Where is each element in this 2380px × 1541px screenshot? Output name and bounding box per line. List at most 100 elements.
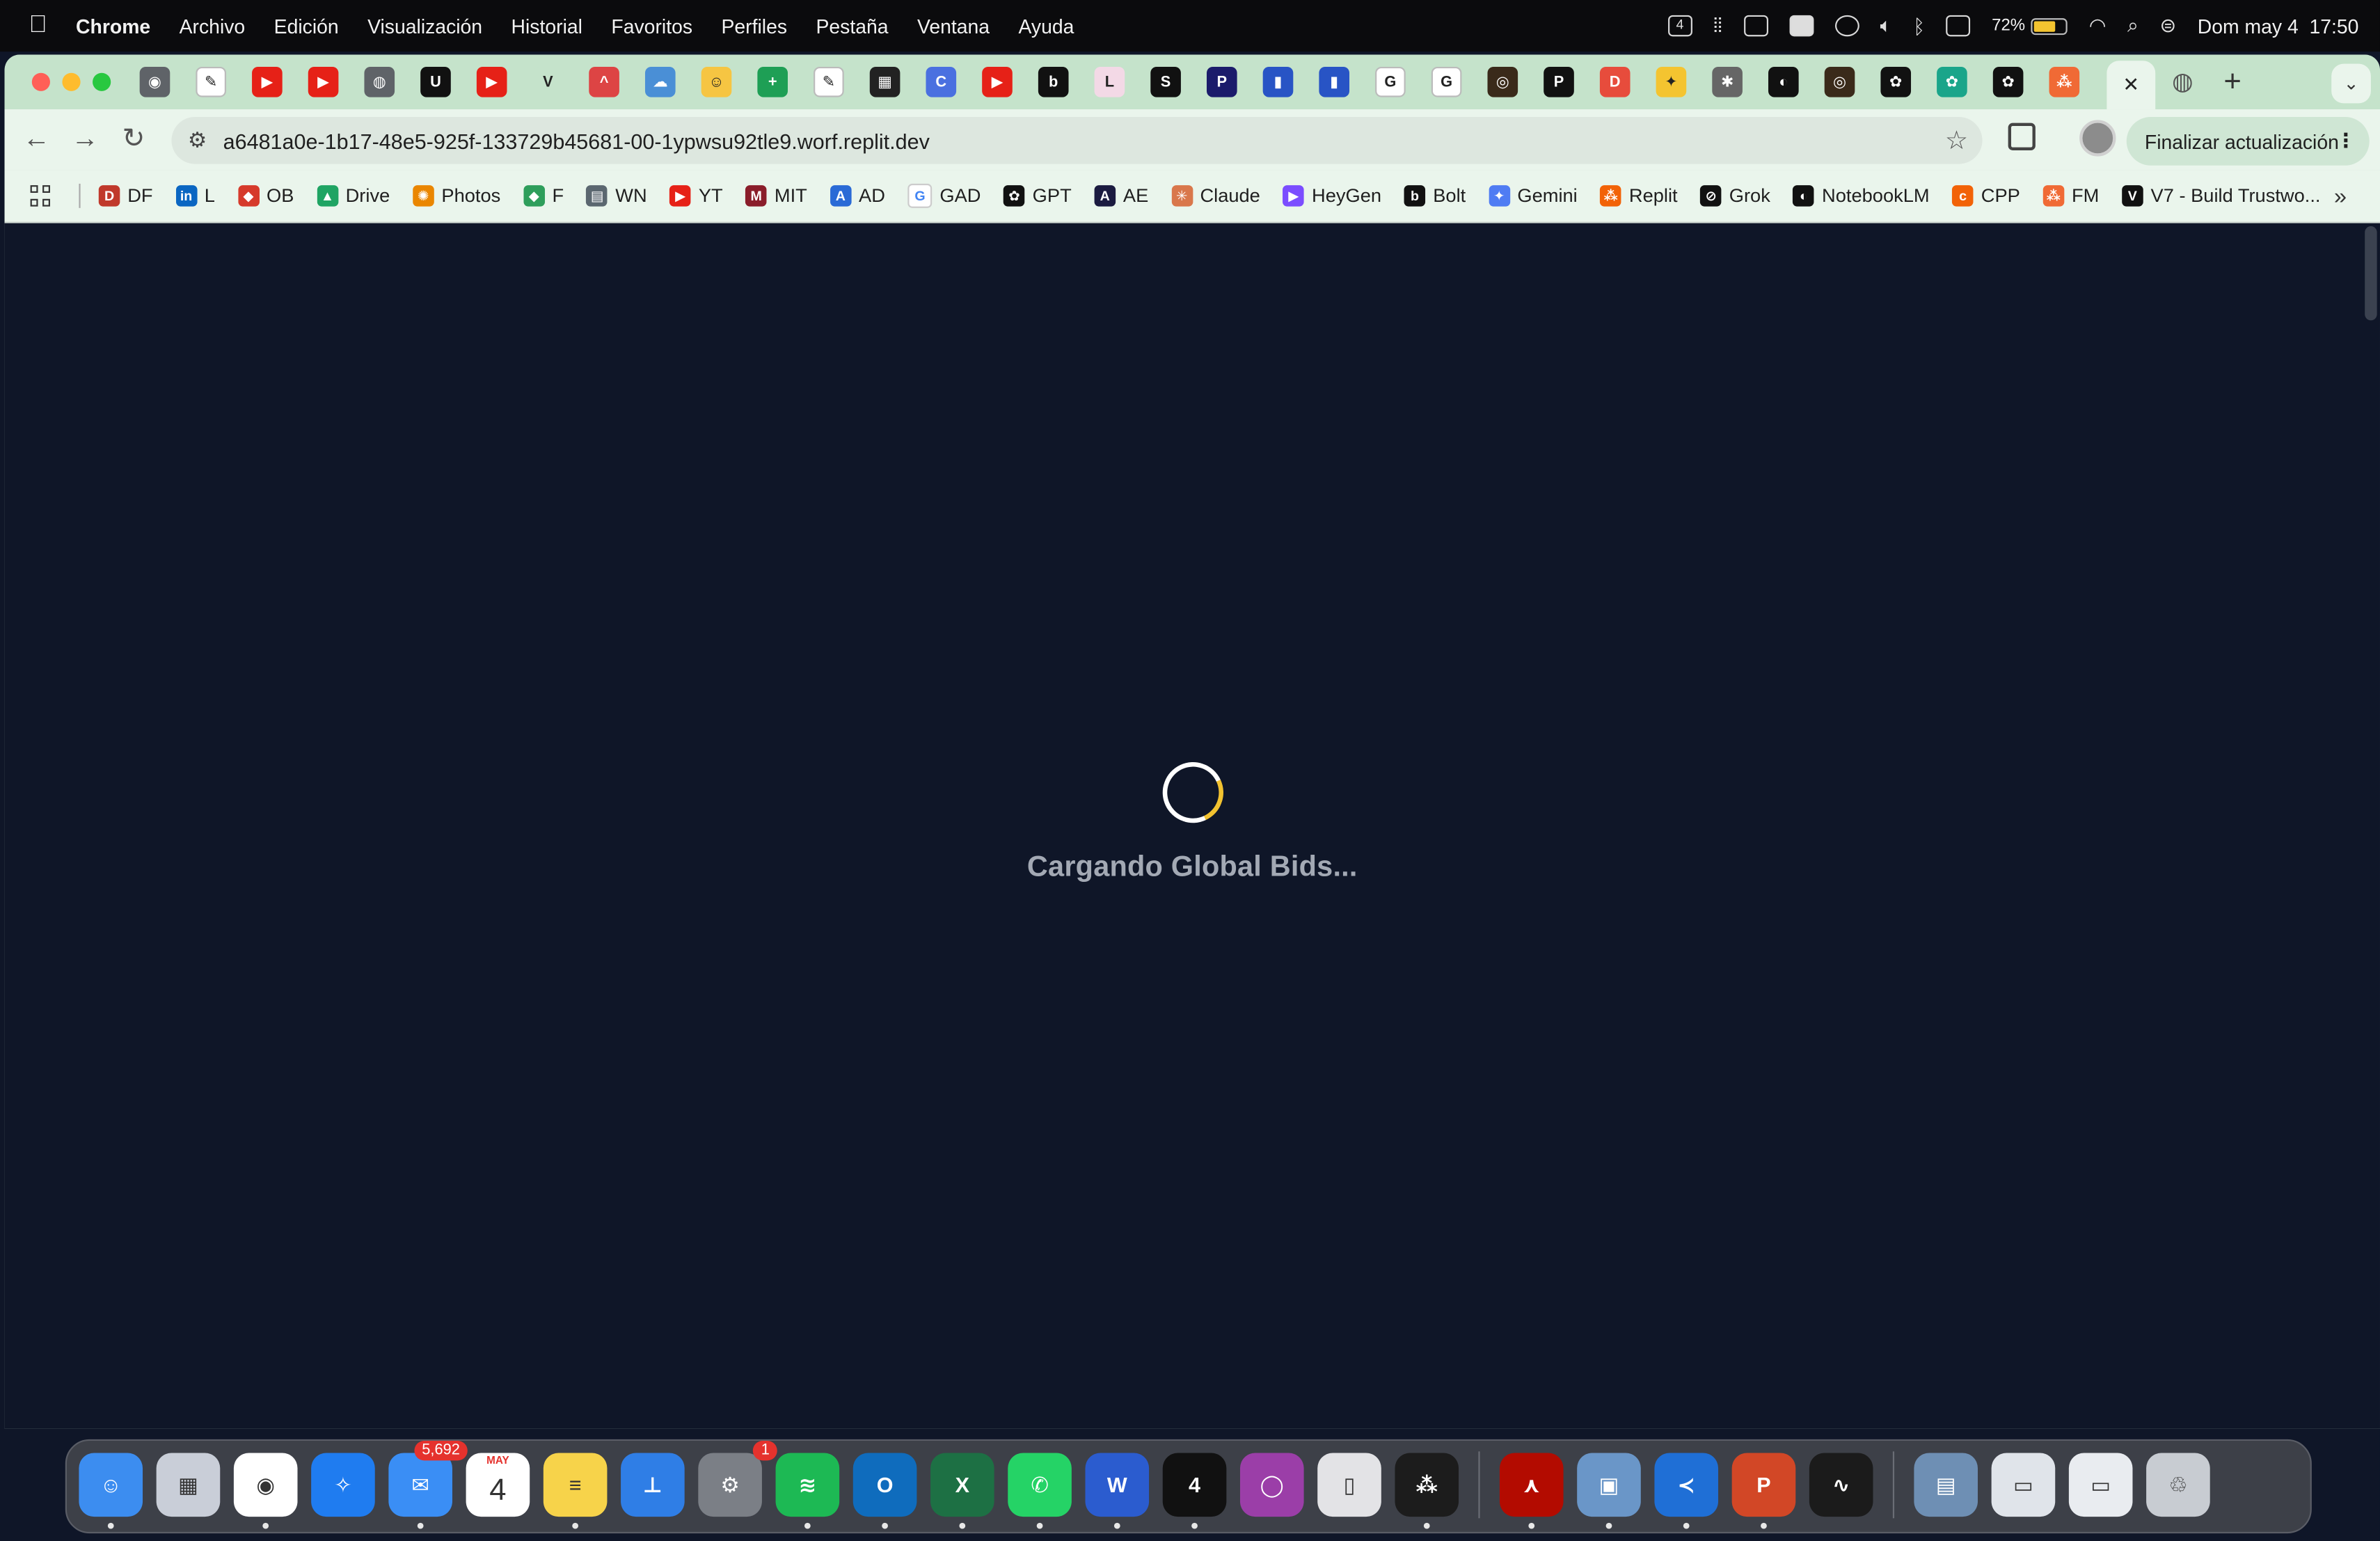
back-button[interactable]: ← — [19, 123, 53, 155]
openai-icon[interactable]: ✿ — [1880, 66, 1912, 97]
wifi-icon[interactable]: ◠ — [2089, 14, 2107, 38]
bookmark-item[interactable]: ▶ YT — [669, 185, 723, 207]
chrome-menu-icon[interactable]: ⋮ — [2336, 129, 2356, 153]
bookmark-item[interactable]: ⁂ FM — [2042, 185, 2099, 207]
bookmark-item[interactable]: ◆ OB — [237, 185, 294, 207]
bookmark-item[interactable]: ◆ F — [523, 185, 564, 207]
more-bookmarks-icon[interactable]: » — [2334, 183, 2347, 209]
close-window-button[interactable] — [31, 72, 50, 91]
whatsapp-icon[interactable]: ✆ — [1008, 1453, 1072, 1529]
minimize-window-button[interactable] — [62, 72, 81, 91]
hat-icon[interactable]: ^ — [589, 66, 619, 97]
menu-edicion[interactable]: Edición — [274, 15, 339, 38]
finder-icon[interactable]: ☺ — [79, 1453, 143, 1529]
menu-bar-clock[interactable]: Dom may 4 17:50 — [2198, 15, 2359, 38]
keyboard-input-icon[interactable] — [1946, 15, 1971, 37]
drive-status-icon[interactable] — [1788, 15, 1814, 37]
l-icon[interactable]: L — [1094, 66, 1125, 97]
close-tab-icon[interactable]: ✕ — [2123, 73, 2139, 97]
bookmark-item[interactable]: ▤ WN — [586, 185, 647, 207]
notes-icon[interactable]: ≡ — [543, 1453, 608, 1529]
sheets-icon[interactable]: + — [757, 66, 788, 97]
menu-favoritos[interactable]: Favoritos — [611, 15, 692, 38]
downloads-stack-icon[interactable]: ▤ — [1914, 1453, 1978, 1517]
calendar-status-icon[interactable]: 4 — [1667, 15, 1692, 37]
bookmark-item[interactable]: ✿ GPT — [1003, 185, 1072, 207]
keynote-icon[interactable]: ⊥ — [621, 1453, 685, 1517]
youtube-icon[interactable]: ▶ — [982, 66, 1013, 97]
menu-historial[interactable]: Historial — [511, 15, 582, 38]
control-center-icon[interactable]: ⊜ — [2159, 14, 2176, 38]
extensions-icon[interactable] — [2008, 123, 2036, 150]
outlook-icon[interactable]: O — [852, 1453, 917, 1529]
replit-dock-icon[interactable]: ⁂ — [1395, 1453, 1459, 1529]
documents-stack-icon[interactable]: ▭ — [1991, 1453, 2056, 1517]
bookmark-item[interactable]: A AD — [830, 185, 885, 207]
pdf-stack-icon[interactable]: ▭ — [2068, 1453, 2133, 1517]
menu-ventana[interactable]: Ventana — [917, 15, 990, 38]
apps-grid-icon[interactable] — [30, 185, 52, 207]
menu-archivo[interactable]: Archivo — [180, 15, 246, 38]
bolt-icon[interactable]: b — [1038, 66, 1069, 97]
bookmark-item[interactable]: c CPP — [1952, 185, 2020, 207]
bookmark-item[interactable]: ✦ Gemini — [1488, 185, 1578, 207]
coin-icon[interactable]: ✦ — [1656, 66, 1687, 97]
bookmark-item[interactable]: ✺ Photos — [412, 185, 500, 207]
u-icon[interactable]: U — [420, 66, 451, 97]
activity-monitor-icon[interactable]: ∿ — [1809, 1453, 1873, 1517]
screen-mirroring-icon[interactable] — [1743, 15, 1768, 37]
face-icon[interactable]: ☺ — [701, 66, 732, 97]
iphone-mirroring-icon[interactable]: ▯ — [1317, 1453, 1381, 1517]
volume-icon[interactable]: 🔈︎ — [1880, 14, 1892, 38]
apple-menu-icon[interactable]:  — [0, 12, 76, 39]
notebook-icon[interactable]: ◐ — [1768, 66, 1799, 97]
flag-icon[interactable]: ▮ — [1319, 66, 1350, 97]
youtube-icon[interactable]: ▶ — [476, 66, 507, 97]
p-icon[interactable]: P — [1544, 66, 1574, 97]
vscode-icon[interactable]: ≺ — [1654, 1453, 1719, 1529]
active-tab[interactable]: ✕ — [2107, 61, 2156, 110]
audio-waveform-icon[interactable]: ⦙⦙ — [1713, 14, 1722, 38]
bookmark-item[interactable]: b Bolt — [1404, 185, 1466, 207]
google-icon[interactable]: G — [1375, 66, 1406, 97]
flag-icon[interactable]: ▮ — [1262, 66, 1294, 97]
bookmark-item[interactable]: D DF — [98, 185, 153, 207]
calendar-4-icon[interactable]: 4 — [1162, 1453, 1227, 1529]
chrome-dock-icon[interactable]: ◉ — [233, 1453, 298, 1529]
system-settings-icon[interactable]: ⚙ 1 — [698, 1441, 777, 1517]
youtube-icon[interactable]: ▶ — [308, 66, 339, 97]
bookmark-item[interactable]: ▲ Drive — [317, 185, 390, 207]
bookmark-item[interactable]: M MIT — [745, 185, 807, 207]
powerpoint-icon[interactable]: P — [1731, 1453, 1796, 1529]
d-icon[interactable]: D — [1599, 66, 1631, 97]
bookmark-item[interactable]: in L — [175, 185, 215, 207]
p-icon[interactable]: P — [1206, 66, 1237, 97]
bookmark-item[interactable]: ▶ HeyGen — [1283, 185, 1381, 207]
c-icon[interactable]: C — [926, 66, 957, 97]
trash-icon[interactable]: ♲ — [2146, 1453, 2210, 1517]
bookmark-item[interactable]: ⁂ Replit — [1600, 185, 1678, 207]
calendar-icon[interactable]: MAY 4 — [466, 1453, 530, 1517]
v-icon[interactable]: V — [532, 66, 564, 97]
globe-icon[interactable]: ◍ — [364, 66, 395, 97]
page-scrollbar[interactable] — [2365, 226, 2377, 321]
menu-chrome[interactable]: Chrome — [76, 15, 150, 38]
bookmark-item[interactable]: A AE — [1094, 185, 1148, 207]
forward-button[interactable]: → — [68, 123, 102, 155]
replit-agent-icon[interactable]: ✎ — [814, 66, 844, 97]
battery-indicator[interactable]: 72% — [1992, 17, 2068, 35]
menu-pestana[interactable]: Pestaña — [816, 15, 888, 38]
bookmark-item[interactable]: ✳ Claude — [1171, 185, 1260, 207]
bookmark-star-icon[interactable]: ☆ — [1930, 125, 1982, 156]
youtube-icon[interactable]: ▶ — [252, 66, 283, 97]
bookmark-item[interactable]: G GAD — [907, 183, 981, 208]
menu-ayuda[interactable]: Ayuda — [1018, 15, 1074, 38]
acrobat-icon[interactable]: ⋏ — [1499, 1453, 1564, 1529]
target-icon[interactable]: ◎ — [1487, 66, 1518, 97]
preview-icon[interactable]: ▣ — [1577, 1453, 1641, 1529]
bluetooth-icon[interactable]: ᛒ — [1913, 15, 1925, 38]
menu-perfiles[interactable]: Perfiles — [721, 15, 787, 38]
chrome-icon[interactable]: ◉ — [139, 66, 170, 97]
circle-app-icon[interactable]: ◯ — [1239, 1453, 1304, 1517]
spotify-icon[interactable]: ≋ — [775, 1453, 840, 1529]
